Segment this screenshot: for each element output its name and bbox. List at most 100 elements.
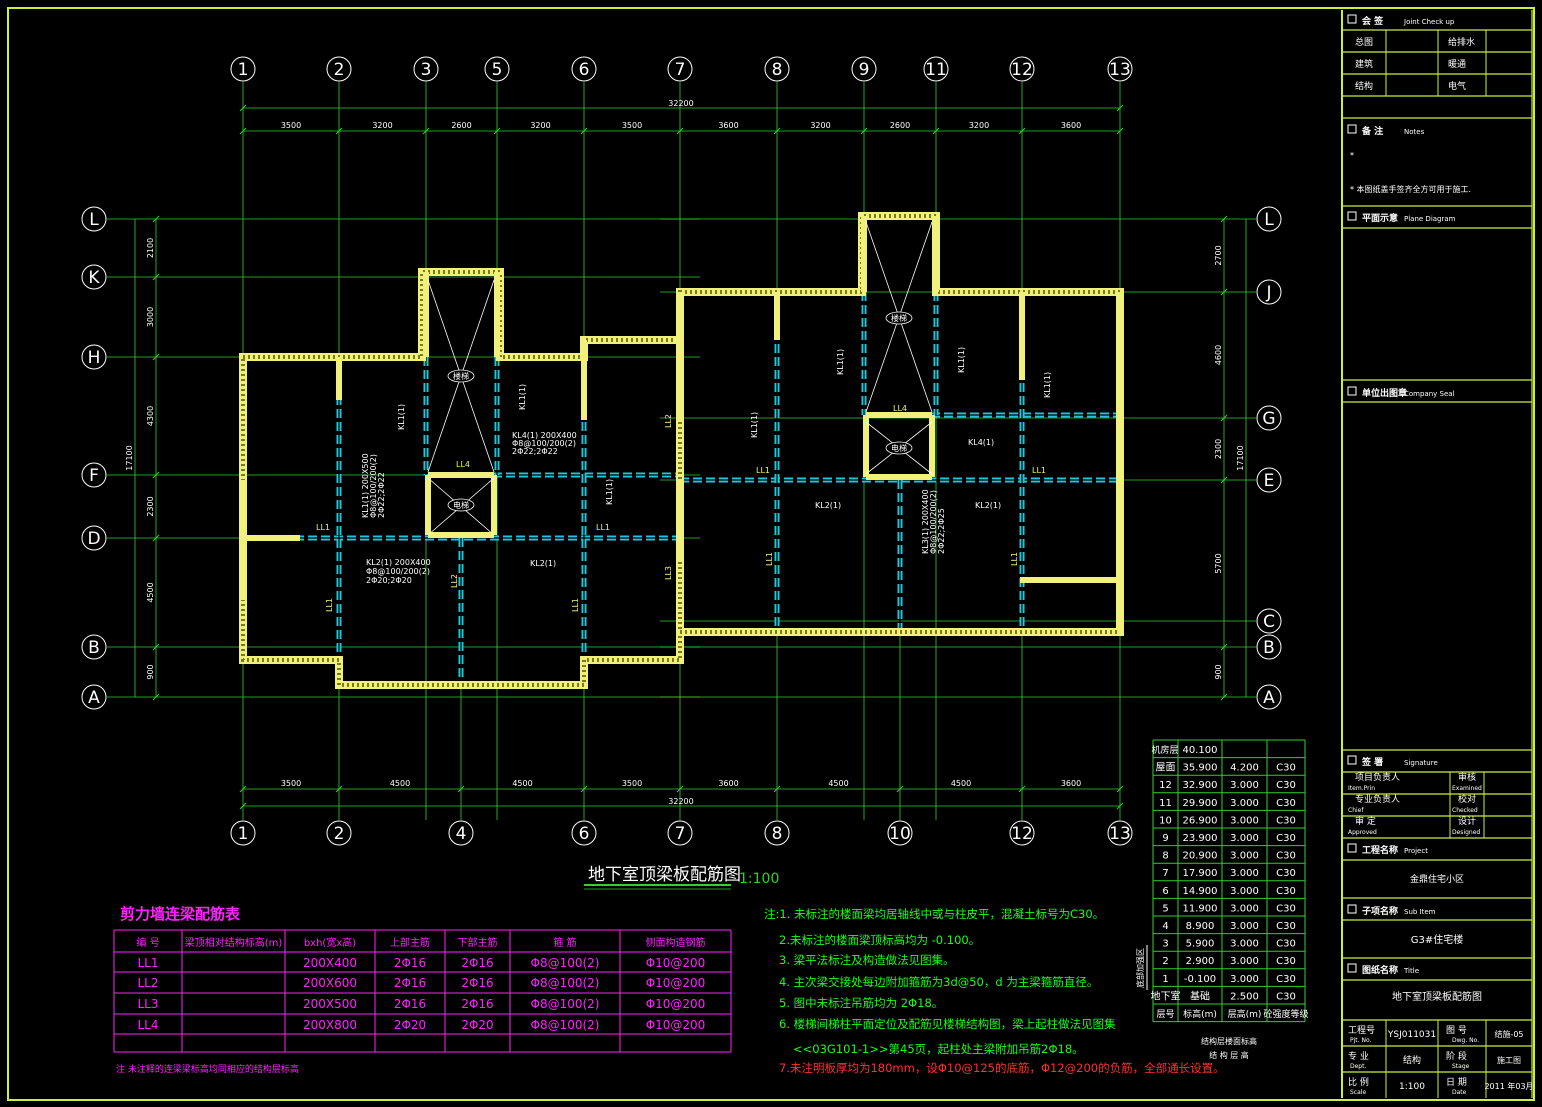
wall-layer bbox=[239, 212, 1124, 689]
dim-text: 3000 bbox=[146, 307, 155, 327]
dim-text: 3200 bbox=[810, 121, 830, 130]
axis-label: L bbox=[1264, 210, 1274, 230]
table-cell: 2 bbox=[1162, 956, 1168, 967]
dim-text: 32200 bbox=[668, 797, 693, 806]
table-cell: C30 bbox=[1276, 921, 1296, 932]
notes-text: * 本图纸盖手签齐全方可用于施工. bbox=[1350, 184, 1471, 194]
axis-label: 1 bbox=[238, 824, 249, 844]
stair-label-right: 楼梯 bbox=[891, 313, 907, 323]
note-line: <<03G101-1>>第45页，起柱处主梁附加吊筋2Φ18。 bbox=[793, 1042, 1084, 1056]
dim-text: 3200 bbox=[372, 121, 392, 130]
header-label: 子项名称 bbox=[1362, 905, 1398, 917]
beam-schedule-grid: 编 号 梁顶相对结构标高(m) bxh(宽x高) 上部主筋 下部主筋 箍 筋 侧面构造钢筋 L… bbox=[113, 929, 732, 1053]
axis-label: 7 bbox=[675, 60, 686, 80]
header-label: 签 署 bbox=[1361, 756, 1383, 768]
beam-label: KL1(1) bbox=[605, 479, 614, 505]
axis-label: 13 bbox=[1109, 60, 1131, 80]
axis-label: 12 bbox=[1011, 824, 1033, 844]
table-header: 侧面构造钢筋 bbox=[646, 936, 706, 949]
axis-label: 13 bbox=[1109, 824, 1131, 844]
axis-label: 11 bbox=[925, 60, 947, 80]
sign-cell: Chief bbox=[1348, 807, 1364, 814]
note-line: 3. 梁平法标注及构造做法见图集。 bbox=[779, 953, 955, 967]
dim-text: 3500 bbox=[622, 779, 642, 788]
dim-text: 900 bbox=[1214, 664, 1223, 679]
caption: 结构层楼面标高 bbox=[1201, 1036, 1257, 1046]
tb-value: 结施-05 bbox=[1494, 1029, 1523, 1039]
caption: 结 构 层 高 bbox=[1209, 1050, 1249, 1060]
dim-text: 3600 bbox=[1061, 779, 1081, 788]
axis-label: 2 bbox=[334, 60, 345, 80]
note-line: 注:1. 未标注的楼面梁均居轴线中或与柱皮平，混凝土标号为C30。 bbox=[764, 907, 1104, 921]
axis-label: 8 bbox=[772, 824, 783, 844]
note-line: 6. 楼梯间梯柱平面定位及配筋见楼梯结构图，梁上起柱做法见图集 bbox=[779, 1017, 1116, 1031]
notes-star: * bbox=[1350, 151, 1354, 160]
ll-label: LL4 bbox=[456, 460, 470, 469]
table-cell: Φ8@100(2) bbox=[531, 1018, 600, 1032]
table-cell: Φ8@100(2) bbox=[531, 956, 600, 970]
dim-text: 17100 bbox=[125, 445, 134, 470]
table-cell: C30 bbox=[1276, 780, 1296, 791]
table-header: bxh(宽x高) bbox=[304, 936, 356, 949]
tb-en: Dwg. No. bbox=[1452, 1037, 1479, 1044]
table-footer: 层高(m) bbox=[1228, 1008, 1262, 1020]
table-cell: 2Φ16 bbox=[394, 956, 426, 970]
elevator-label-right: 电梯 bbox=[891, 443, 907, 453]
header-box bbox=[1347, 14, 1357, 24]
header-label: 单位出图章 bbox=[1362, 387, 1407, 399]
axis-label: 5 bbox=[492, 60, 503, 80]
dim-text: 3200 bbox=[530, 121, 550, 130]
table-cell: 基础 bbox=[1190, 989, 1210, 1002]
header-label: 工程名称 bbox=[1362, 844, 1398, 856]
ll-label: LL1 bbox=[1032, 466, 1046, 475]
table-cell: 2Φ16 bbox=[461, 997, 493, 1011]
tb-en: Scale bbox=[1350, 1089, 1366, 1096]
table-cell: 29.900 bbox=[1183, 798, 1218, 809]
table-cell: 3.000 bbox=[1230, 974, 1259, 985]
table-cell: 1 bbox=[1162, 974, 1168, 985]
axis-label: A bbox=[88, 688, 100, 708]
tb-label: 图 号 bbox=[1446, 1025, 1467, 1036]
kl3-spec-3: 2Φ22;2Φ25 bbox=[937, 508, 946, 554]
coupling-beam-labels: LL1 LL1 LL1 LL1 LL1 LL1 LL1 LL1 LL1 LL2 … bbox=[316, 404, 1124, 612]
table-footer: 标高(m) bbox=[1183, 1008, 1217, 1020]
header-box bbox=[1347, 124, 1357, 134]
dim-text: 2300 bbox=[146, 496, 155, 516]
header-box bbox=[1347, 386, 1357, 396]
axis-label: B bbox=[1263, 638, 1275, 658]
tb-en: Dept. bbox=[1350, 1063, 1366, 1070]
stair-label-left: 楼梯 bbox=[453, 371, 469, 381]
table-cell: 2Φ16 bbox=[461, 956, 493, 970]
table-cell: -0.100 bbox=[1184, 974, 1216, 985]
ll-label: LL1 bbox=[1115, 552, 1124, 566]
table-cell: C30 bbox=[1276, 956, 1296, 967]
axis-label: A bbox=[1263, 688, 1275, 708]
tb-en: Pjt. No. bbox=[1350, 1037, 1372, 1044]
sign-cell: Item.Prin bbox=[1348, 785, 1375, 792]
table-cell: 200X400 bbox=[303, 956, 357, 970]
table-cell: 3.000 bbox=[1230, 956, 1259, 967]
tb-label: 工程号 bbox=[1348, 1025, 1375, 1036]
table-cell: 3.000 bbox=[1230, 851, 1259, 862]
dim-text: 17100 bbox=[1236, 445, 1245, 470]
table-cell: 20.900 bbox=[1183, 851, 1218, 862]
axis-label: 2 bbox=[334, 824, 345, 844]
dim-text: 2300 bbox=[1214, 439, 1223, 459]
table-cell: C30 bbox=[1276, 991, 1296, 1002]
table-cell: C30 bbox=[1276, 851, 1296, 862]
plan-title: 地下室顶梁板配筋图 1:100 bbox=[584, 865, 779, 890]
axis-label: 6 bbox=[579, 60, 590, 80]
note-line: 5. 图中未标注吊筋均为 2Φ18。 bbox=[779, 996, 943, 1010]
dim-text: 3500 bbox=[622, 121, 642, 130]
table-cell: 12 bbox=[1159, 780, 1172, 791]
ll-label: LL3 bbox=[664, 566, 673, 580]
dim-text: 2100 bbox=[146, 238, 155, 258]
beam-label: KL4(1) bbox=[968, 438, 994, 447]
dim-text: 3600 bbox=[718, 779, 738, 788]
table-cell: 3.000 bbox=[1230, 798, 1259, 809]
beam-label: KL1(1) bbox=[957, 347, 966, 373]
sign-cell: 项目负责人 bbox=[1355, 771, 1400, 783]
header-box bbox=[1347, 904, 1357, 914]
table-cell: Φ8@100(2) bbox=[531, 976, 600, 990]
header-en: Plane Diagram bbox=[1404, 215, 1456, 223]
